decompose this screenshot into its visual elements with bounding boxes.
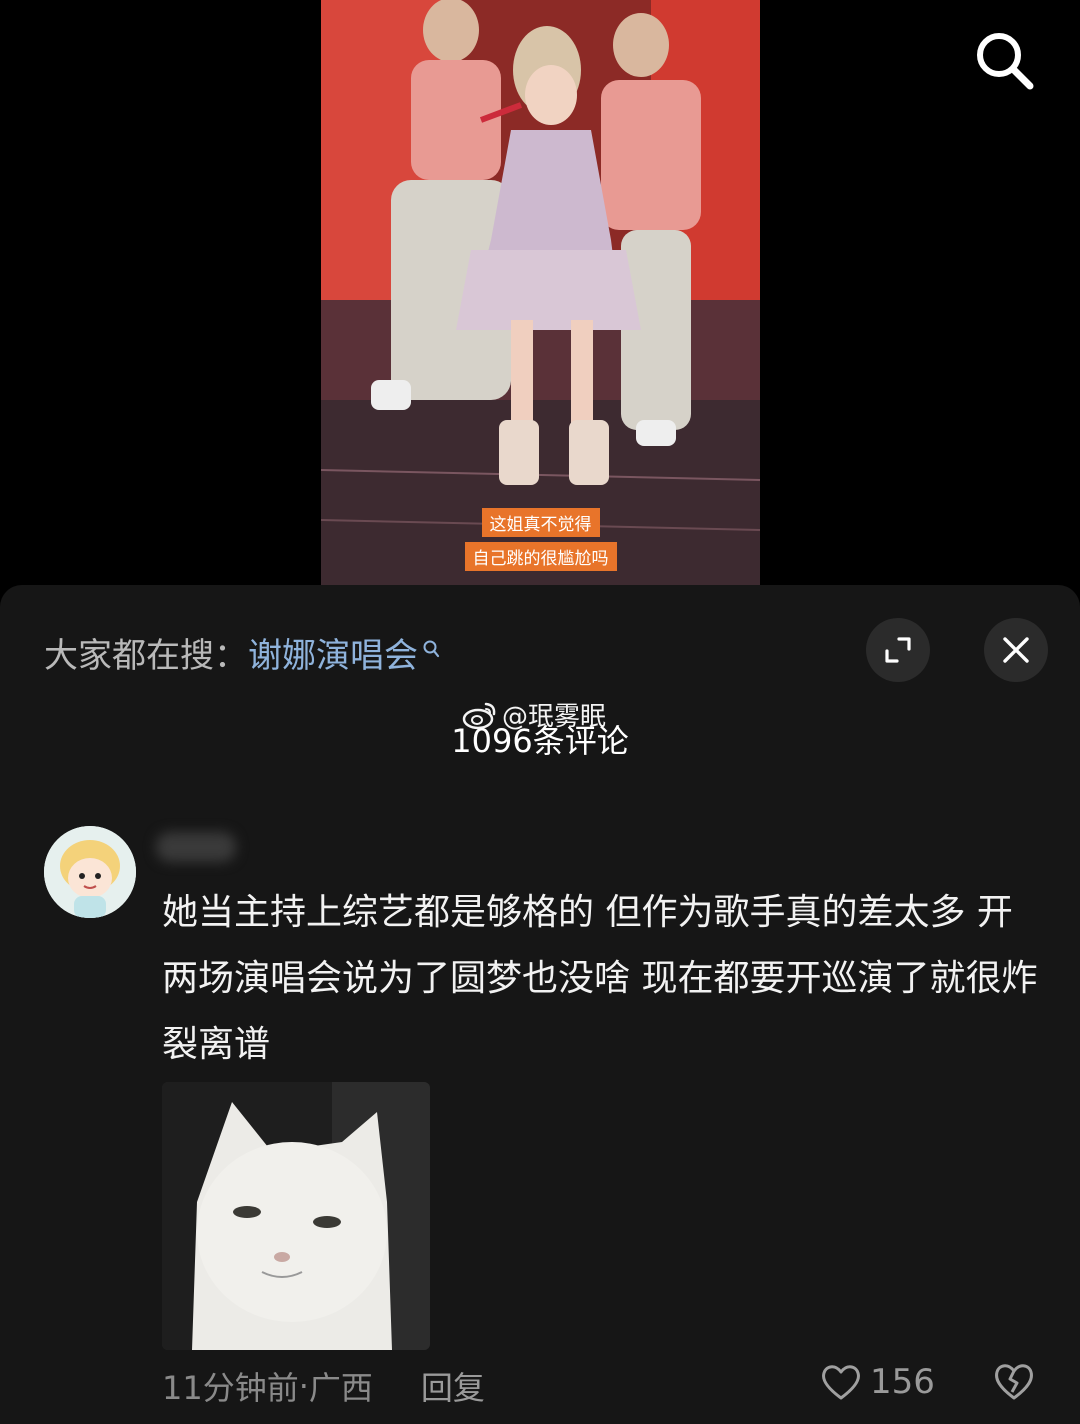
search-button[interactable] [972, 28, 1036, 92]
weibo-logo-icon [462, 702, 496, 729]
video-player[interactable]: 这姐真不觉得 自己跳的很尴尬吗 [321, 0, 760, 585]
watermark: @珉雾眠 [462, 696, 606, 733]
avatar[interactable] [44, 826, 136, 918]
trending-search[interactable]: 大家都在搜：谢娜演唱会 [44, 628, 440, 677]
trending-keyword-link[interactable]: 谢娜演唱会 [248, 636, 418, 676]
comment-location: 广西 [308, 1369, 373, 1407]
watermark-handle: @珉雾眠 [502, 702, 607, 732]
video-subtitle-line: 自己跳的很尴尬吗 [464, 542, 617, 571]
video-frame-illustration [321, 0, 760, 585]
cartoon-avatar-icon [44, 826, 136, 918]
search-icon [977, 33, 1034, 90]
comment-time: 11分钟前 [162, 1369, 299, 1407]
meta-separator: · [298, 1367, 309, 1405]
heart-icon [822, 1365, 860, 1400]
close-button[interactable] [984, 618, 1048, 682]
video-area[interactable]: 这姐真不觉得 自己跳的很尴尬吗 [0, 0, 1080, 585]
trending-prefix: 大家都在搜： [44, 636, 248, 676]
reply-button[interactable]: 回复 [421, 1363, 485, 1409]
comment-text: 她当主持上综艺都是够格的 但作为歌手真的差太多 开两场演唱会说为了圆梦也没啥 现… [162, 892, 1038, 1065]
comment-meta: 11分钟前 · 广西 回复 [162, 1364, 485, 1408]
close-icon [1003, 637, 1029, 663]
expand-icon [885, 637, 911, 663]
like-count: 156 [870, 1362, 935, 1402]
cat-meme-image [162, 1082, 430, 1350]
expand-button[interactable] [866, 618, 930, 682]
username-blurred[interactable] [156, 832, 236, 862]
small-search-icon [422, 628, 440, 668]
comment-image-cat[interactable] [162, 1082, 430, 1350]
video-subtitle-line: 这姐真不觉得 [481, 508, 600, 537]
like-button[interactable]: 156 [820, 1362, 935, 1402]
broken-heart-icon [995, 1364, 1033, 1400]
dislike-button[interactable] [992, 1360, 1036, 1406]
